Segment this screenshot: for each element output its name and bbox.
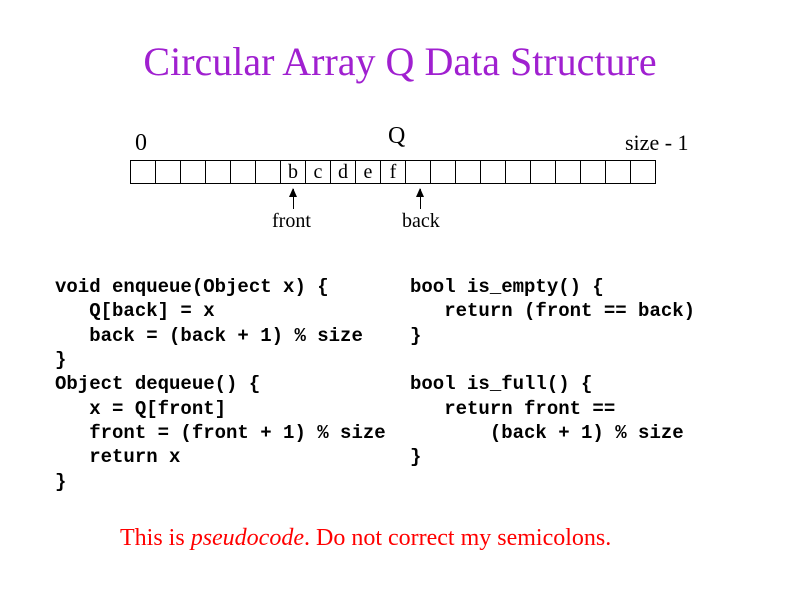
cell: e — [355, 160, 381, 184]
cell — [480, 160, 506, 184]
cell — [505, 160, 531, 184]
cell — [405, 160, 431, 184]
array-name-label: Q — [388, 123, 405, 150]
front-label: front — [272, 210, 311, 233]
back-label: back — [402, 210, 440, 233]
cell — [255, 160, 281, 184]
cell — [605, 160, 631, 184]
cell: c — [305, 160, 331, 184]
footer-note: This is pseudocode. Do not correct my se… — [120, 525, 611, 552]
footer-post: . Do not correct my semicolons. — [304, 525, 611, 551]
array-cells: b c d e f — [130, 160, 656, 184]
cell: d — [330, 160, 356, 184]
cell — [630, 160, 656, 184]
cell — [205, 160, 231, 184]
cell: b — [280, 160, 306, 184]
code-right: bool is_empty() { return (front == back)… — [410, 275, 695, 470]
cell — [130, 160, 156, 184]
cell: f — [380, 160, 406, 184]
slide-title: Circular Array Q Data Structure — [0, 0, 800, 85]
array-size-label: size - 1 — [625, 130, 689, 156]
cell — [455, 160, 481, 184]
cell — [580, 160, 606, 184]
footer-em: pseudocode — [191, 525, 304, 551]
cell — [180, 160, 206, 184]
cell — [530, 160, 556, 184]
cell — [155, 160, 181, 184]
footer-pre: This is — [120, 525, 191, 551]
front-arrow — [293, 189, 294, 209]
code-left: void enqueue(Object x) { Q[back] = x bac… — [55, 275, 386, 494]
cell — [555, 160, 581, 184]
array-zero-label: 0 — [135, 130, 147, 157]
array-diagram: b c d e f — [130, 160, 656, 184]
cell — [430, 160, 456, 184]
back-arrow — [420, 189, 421, 209]
cell — [230, 160, 256, 184]
